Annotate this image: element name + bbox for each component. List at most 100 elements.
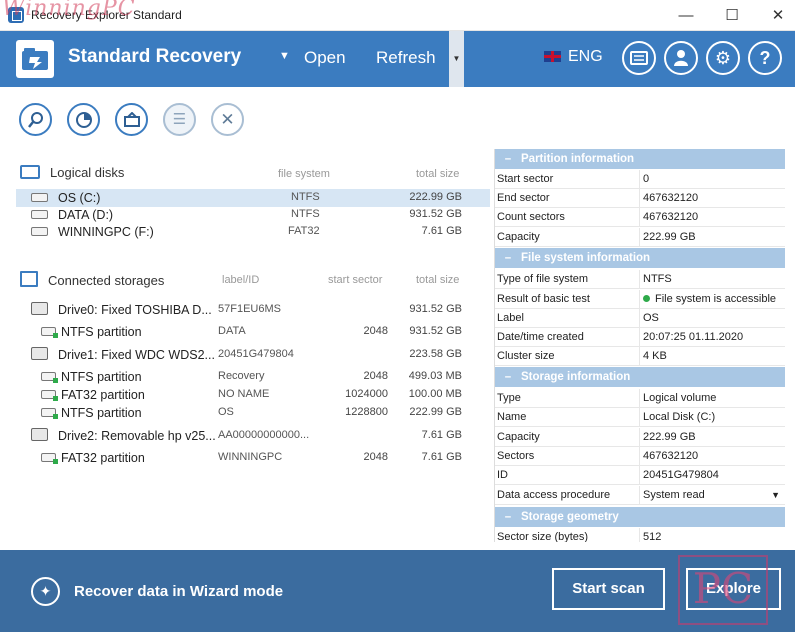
maximize-button[interactable]: ☐	[709, 0, 755, 31]
list-item-partition[interactable]: FAT32 partition NO NAME 1024000 100.00 M…	[16, 386, 490, 404]
disk-icon	[31, 193, 48, 202]
title-bar: Recovery Explorer Standard WinningPC — ☐…	[0, 0, 795, 31]
partition-start-sector: 2048	[363, 451, 388, 463]
collapse-icon: –	[504, 511, 512, 523]
collapse-icon: –	[504, 371, 512, 383]
column-start-sector: start sector	[328, 274, 383, 286]
hard-drive-icon	[31, 347, 48, 360]
partition-start-sector: 1228800	[345, 406, 388, 418]
property-row: Name Local Disk (C:)	[495, 408, 785, 427]
user-icon[interactable]	[664, 41, 698, 75]
disk-size: 7.61 GB	[421, 225, 462, 237]
drive-id: AA00000000000...	[218, 429, 310, 441]
refresh-button[interactable]: Refresh	[376, 48, 436, 68]
scan-icon[interactable]	[67, 103, 100, 136]
help-icon[interactable]: ?	[748, 41, 782, 75]
message-icon[interactable]	[622, 41, 656, 75]
list-item-drive2[interactable]: Drive2: Removable hp v25... AA0000000000…	[16, 427, 490, 445]
pc-watermark: PC	[678, 555, 768, 625]
disk-fs: NTFS	[291, 208, 320, 220]
list-item-disk-c[interactable]: OS (C:) NTFS 222.99 GB	[16, 189, 490, 207]
column-total-size-storage: total size	[416, 274, 460, 286]
list-item-partition[interactable]: NTFS partition OS 1228800 222.99 GB	[16, 404, 490, 422]
disk-icon	[31, 210, 48, 219]
wizard-mode-link[interactable]: Recover data in Wizard mode	[74, 583, 283, 600]
chevron-down-icon[interactable]: ▼	[771, 486, 780, 505]
properties-panel: – Partition information Start sector 0 End…	[494, 149, 785, 542]
property-row: Cluster size 4 KB	[495, 347, 785, 366]
storage-stack-icon	[20, 271, 38, 287]
collapse-icon: –	[504, 153, 512, 165]
hard-drive-icon	[31, 428, 48, 441]
property-row: Capacity 222.99 GB	[495, 428, 785, 447]
property-row: Count sectors 467632120	[495, 208, 785, 227]
drive-name: Drive2: Removable hp v25...	[58, 429, 216, 443]
gear-icon[interactable]: ⚙	[706, 41, 740, 75]
partition-info-header[interactable]: – Partition information	[495, 149, 785, 169]
property-row: End sector 467632120	[495, 189, 785, 208]
property-row: Sectors 467632120	[495, 447, 785, 466]
file-system-info-header[interactable]: – File system information	[495, 248, 785, 268]
list-icon[interactable]: ☰	[163, 103, 196, 136]
disk-fs: FAT32	[288, 225, 320, 237]
section-title: Partition information	[521, 153, 635, 165]
partition-start-sector: 2048	[363, 325, 388, 337]
partition-size: 499.03 MB	[408, 370, 462, 382]
section-title: File system information	[521, 252, 651, 264]
start-scan-button[interactable]: Start scan	[552, 568, 665, 610]
uk-flag-icon[interactable]	[544, 51, 561, 62]
list-item-disk-d[interactable]: DATA (D:) NTFS 931.52 GB	[16, 206, 490, 224]
property-row: Capacity 222.99 GB	[495, 228, 785, 247]
property-row: Date/time created 20:07:25 01.11.2020	[495, 328, 785, 347]
partition-name: NTFS partition	[61, 370, 142, 384]
collapse-icon: –	[504, 252, 512, 264]
bottom-bar: ✦ Recover data in Wizard mode Start scan…	[0, 550, 795, 632]
list-item-partition[interactable]: FAT32 partition WINNINGPC 2048 7.61 GB	[16, 449, 490, 467]
property-row: Start sector 0	[495, 170, 785, 189]
section-title: Storage information	[521, 371, 631, 383]
menu-dropdown-icon[interactable]: ▼	[279, 50, 290, 62]
partition-size: 931.52 GB	[409, 325, 462, 337]
property-row: Type Logical volume	[495, 389, 785, 408]
property-row: Label OS	[495, 309, 785, 328]
language-selector[interactable]: ENG	[568, 48, 603, 66]
disk-name: OS (C:)	[58, 191, 101, 205]
open-button[interactable]: Open	[304, 48, 346, 68]
minimize-button[interactable]: —	[663, 0, 709, 31]
close-window-button[interactable]: ✕	[755, 0, 795, 31]
partition-icon	[41, 408, 58, 419]
partition-name: NTFS partition	[61, 406, 142, 420]
drive-id: 57F1EU6MS	[218, 303, 281, 315]
column-file-system: file system	[278, 168, 330, 180]
close-icon[interactable]: ✕	[211, 103, 244, 136]
storage-info-header[interactable]: – Storage information	[495, 367, 785, 387]
magic-wand-icon[interactable]: ✦	[31, 577, 60, 606]
section-title: Storage geometry	[521, 511, 619, 523]
drive-size: 7.61 GB	[421, 429, 462, 441]
disk-name: WINNINGPC (F:)	[58, 225, 154, 239]
drive-size: 931.52 GB	[409, 303, 462, 315]
drive-name: Drive1: Fixed WDC WDS2...	[58, 348, 215, 362]
disk-size: 222.99 GB	[409, 191, 462, 203]
panel-toggle-button[interactable]: ▼	[449, 31, 464, 87]
partition-name: NTFS partition	[61, 325, 142, 339]
logical-disks-header: Logical disks	[20, 165, 124, 180]
list-item-drive0[interactable]: Drive0: Fixed TOSHIBA D... 57F1EU6MS 931…	[16, 301, 490, 319]
storage-geometry-header[interactable]: – Storage geometry	[495, 507, 785, 527]
app-logo	[16, 40, 54, 78]
image-icon[interactable]	[115, 103, 148, 136]
search-icon[interactable]	[19, 103, 52, 136]
list-item-disk-f[interactable]: WINNINGPC (F:) FAT32 7.61 GB	[16, 223, 490, 241]
data-access-procedure-select[interactable]: Data access procedure System read ▼	[495, 486, 785, 505]
drive-id: 20451G479804	[218, 348, 294, 360]
list-item-drive1[interactable]: Drive1: Fixed WDC WDS2... 20451G479804 2…	[16, 346, 490, 364]
column-total-size: total size	[416, 168, 460, 180]
partition-label: OS	[218, 406, 234, 418]
column-label-id: label/ID	[222, 274, 260, 286]
partition-size: 7.61 GB	[421, 451, 462, 463]
list-item-partition[interactable]: NTFS partition DATA 2048 931.52 GB	[16, 323, 490, 341]
product-name: Standard Recovery	[68, 46, 242, 67]
property-row: Sector size (bytes) 512	[495, 528, 785, 542]
partition-icon	[41, 390, 58, 401]
list-item-partition[interactable]: NTFS partition Recovery 2048 499.03 MB	[16, 368, 490, 386]
